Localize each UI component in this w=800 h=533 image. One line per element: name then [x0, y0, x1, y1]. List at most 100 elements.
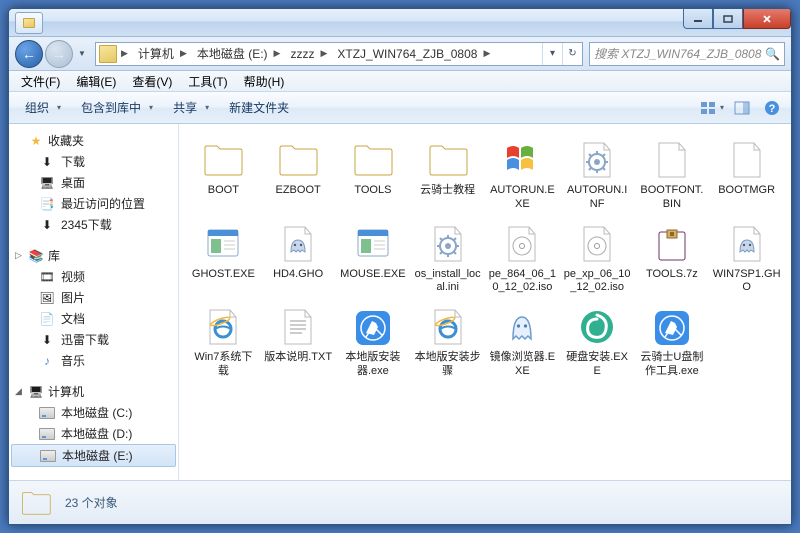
file-name-label: 硬盘安装.EXE [563, 351, 631, 379]
file-type-icon [351, 307, 395, 347]
nav-history-dropdown[interactable]: ▼ [75, 42, 89, 66]
status-count: 23 个对象 [65, 494, 118, 511]
file-item[interactable]: 版本说明.TXT [262, 305, 335, 381]
file-item[interactable]: 云骑士U盘制作工具.exe [636, 305, 709, 381]
download-icon: ⬇ [39, 154, 55, 170]
file-item[interactable]: GHOST.EXE [187, 222, 260, 298]
address-dropdown-button[interactable]: ▾ [542, 43, 562, 65]
documents-icon: 📄 [39, 311, 55, 327]
file-type-icon [276, 140, 320, 180]
file-item[interactable]: 硬盘安装.EXE [561, 305, 634, 381]
file-name-label: pe_864_06_10_12_02.iso [488, 268, 556, 296]
sidebar-item[interactable]: 📑最近访问的位置 [9, 193, 178, 214]
file-item[interactable]: 云骑士教程 [411, 138, 484, 214]
recent-icon: 📑 [39, 196, 55, 212]
file-type-icon [351, 224, 395, 264]
file-item[interactable]: pe_864_06_10_12_02.iso [486, 222, 559, 298]
sidebar-item[interactable]: 本地磁盘 (D:) [9, 423, 178, 444]
desktop-icon: 🖥 [39, 175, 55, 191]
file-item[interactable]: AUTORUN.INF [561, 138, 634, 214]
navigation-pane: ★收藏夹 ⬇下载 🖥桌面 📑最近访问的位置 ⬇2345下载 ▷📚库 🎞视频 🖼图… [9, 124, 179, 480]
view-options-button[interactable]: ▾ [699, 97, 725, 119]
window-close-button[interactable] [743, 9, 791, 29]
file-item[interactable]: Win7系统下载 [187, 305, 260, 381]
details-pane: 23 个对象 [9, 480, 791, 524]
file-list-pane[interactable]: BOOT EZBOOTTOOLS云骑士教程AUTORUN.EXEAUTORUN.I… [179, 124, 791, 480]
file-type-icon [351, 140, 395, 180]
file-name-label: AUTORUN.EXE [488, 184, 556, 212]
file-type-icon [575, 140, 619, 180]
file-item[interactable]: 本地版安装器.exe [337, 305, 410, 381]
sidebar-item[interactable]: ⬇下载 [9, 151, 178, 172]
sidebar-libraries-header[interactable]: ▷📚库 [9, 245, 178, 266]
address-row: ← → ▼ ▶ 计算机▶ 本地磁盘 (E:)▶ zzzz▶ XTZJ_WIN76… [9, 37, 791, 71]
file-item[interactable]: 镜像浏览器.EXE [486, 305, 559, 381]
file-item[interactable]: TOOLS.7z [636, 222, 709, 298]
command-bar: 组织 包含到库中 共享 新建文件夹 ▾ ? [9, 92, 791, 124]
sidebar-item[interactable]: ⬇迅雷下载 [9, 329, 178, 350]
menu-view[interactable]: 查看(V) [124, 71, 180, 92]
preview-pane-button[interactable] [729, 97, 755, 119]
file-item[interactable]: BOOT [187, 138, 260, 214]
file-item[interactable]: WIN7SP1.GHO [710, 222, 783, 298]
include-library-button[interactable]: 包含到库中 [71, 95, 163, 120]
video-icon: 🎞 [39, 269, 55, 285]
sidebar-computer-header[interactable]: ◢🖥计算机 [9, 381, 178, 402]
help-button[interactable]: ? [759, 97, 785, 119]
menu-file[interactable]: 文件(F) [13, 71, 68, 92]
sidebar-favorites-header[interactable]: ★收藏夹 [9, 130, 178, 151]
menu-tools[interactable]: 工具(T) [180, 71, 235, 92]
download-icon: ⬇ [39, 217, 55, 233]
organize-button[interactable]: 组织 [15, 95, 71, 120]
sidebar-item[interactable]: 🖥桌面 [9, 172, 178, 193]
file-name-label: AUTORUN.INF [563, 184, 631, 212]
sidebar-item[interactable]: ⬇2345下载 [9, 214, 178, 235]
menu-bar: 文件(F) 编辑(E) 查看(V) 工具(T) 帮助(H) [9, 71, 791, 92]
sidebar-item[interactable]: 🎞视频 [9, 266, 178, 287]
file-item[interactable]: EZBOOT [262, 138, 335, 214]
address-refresh-button[interactable]: ↻ [562, 43, 582, 65]
file-item[interactable]: MOUSE.EXE [337, 222, 410, 298]
file-item[interactable]: TOOLS [337, 138, 410, 214]
file-item[interactable]: BOOTFONT.BIN [636, 138, 709, 214]
new-folder-button[interactable]: 新建文件夹 [219, 95, 299, 120]
window-maximize-button[interactable] [713, 9, 743, 29]
file-name-label: 镜像浏览器.EXE [488, 351, 556, 379]
file-item[interactable]: BOOTMGR [710, 138, 783, 214]
breadcrumb-segment[interactable]: 计算机 [130, 43, 178, 65]
file-item[interactable]: 本地版安装步骤 [411, 305, 484, 381]
file-name-label: os_install_local.ini [414, 268, 482, 296]
sidebar-item[interactable]: ♪音乐 [9, 350, 178, 371]
file-type-icon [725, 140, 769, 180]
file-item[interactable]: AUTORUN.EXE [486, 138, 559, 214]
file-item[interactable]: HD4.GHO [262, 222, 335, 298]
file-name-label: BOOTMGR [718, 184, 775, 198]
file-type-icon [650, 307, 694, 347]
breadcrumb-segment[interactable]: XTZJ_WIN764_ZJB_0808 [329, 43, 481, 65]
search-input[interactable]: 搜索 XTZJ_WIN764_ZJB_0808 🔍 [589, 42, 785, 66]
address-bar[interactable]: ▶ 计算机▶ 本地磁盘 (E:)▶ zzzz▶ XTZJ_WIN764_ZJB_… [95, 42, 583, 66]
menu-help[interactable]: 帮助(H) [236, 71, 293, 92]
menu-edit[interactable]: 编辑(E) [68, 71, 124, 92]
sidebar-item[interactable]: 📄文档 [9, 308, 178, 329]
pictures-icon: 🖼 [39, 290, 55, 306]
breadcrumb-segment[interactable]: 本地磁盘 (E:) [189, 43, 272, 65]
share-button[interactable]: 共享 [163, 95, 219, 120]
file-item[interactable]: os_install_local.ini [411, 222, 484, 298]
file-name-label: HD4.GHO [273, 268, 323, 282]
file-name-label: TOOLS.7z [646, 268, 698, 282]
file-name-label: BOOT [208, 184, 239, 198]
nav-forward-button[interactable]: → [45, 40, 73, 68]
window-minimize-button[interactable] [683, 9, 713, 29]
sidebar-item[interactable]: 🖼图片 [9, 287, 178, 308]
file-item[interactable]: pe_xp_06_10_12_02.iso [561, 222, 634, 298]
sidebar-item[interactable]: 本地磁盘 (C:) [9, 402, 178, 423]
sidebar-item-selected[interactable]: 本地磁盘 (E:) [11, 444, 176, 467]
nav-back-button[interactable]: ← [15, 40, 43, 68]
file-type-icon [575, 224, 619, 264]
drive-icon [40, 450, 56, 462]
music-icon: ♪ [39, 353, 55, 369]
breadcrumb-segment[interactable]: zzzz [282, 43, 318, 65]
explorer-app-icon[interactable] [15, 12, 43, 34]
file-name-label: WIN7SP1.GHO [713, 268, 781, 296]
